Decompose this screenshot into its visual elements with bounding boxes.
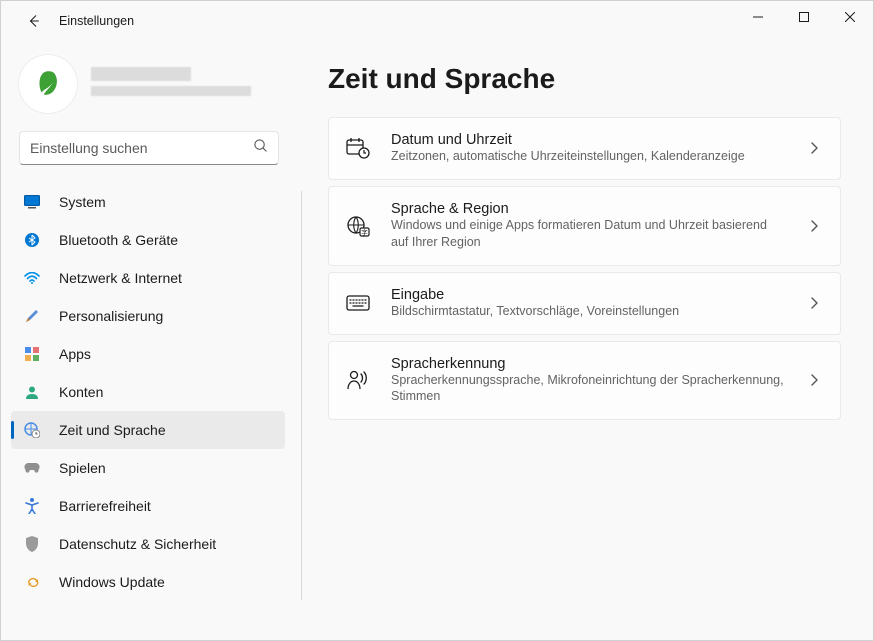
nav-label: Datenschutz & Sicherheit <box>59 536 216 552</box>
card-title: Spracherkennung <box>391 356 786 372</box>
nav-label: Personalisierung <box>59 308 163 324</box>
window-title: Einstellungen <box>59 14 134 28</box>
card-subtitle: Windows und einige Apps formatieren Datu… <box>391 217 786 251</box>
chevron-right-icon <box>806 140 822 156</box>
nav-label: Bluetooth & Geräte <box>59 232 178 248</box>
brush-icon <box>23 307 41 325</box>
card-title: Sprache & Region <box>391 201 786 217</box>
sidebar-item-time-language[interactable]: Zeit und Sprache <box>11 411 285 449</box>
keyboard-icon <box>345 290 371 316</box>
sidebar-item-network[interactable]: Netzwerk & Internet <box>11 259 285 297</box>
chevron-right-icon <box>806 218 822 234</box>
shield-icon <box>23 535 41 553</box>
globe-language-icon: 字 <box>345 213 371 239</box>
back-button[interactable] <box>23 10 45 32</box>
card-title: Datum und Uhrzeit <box>391 132 786 148</box>
person-icon <box>23 383 41 401</box>
card-subtitle: Bildschirmtastatur, Textvorschläge, Vore… <box>391 303 786 320</box>
card-title: Eingabe <box>391 287 786 303</box>
nav-label: Windows Update <box>59 574 165 590</box>
sidebar-item-system[interactable]: System <box>11 183 285 221</box>
card-date-time[interactable]: Datum und Uhrzeit Zeitzonen, automatisch… <box>328 117 841 180</box>
sidebar-item-accounts[interactable]: Konten <box>11 373 285 411</box>
bluetooth-icon <box>23 231 41 249</box>
close-button[interactable] <box>827 1 873 33</box>
calendar-clock-icon <box>345 135 371 161</box>
card-typing[interactable]: Eingabe Bildschirmtastatur, Textvorschlä… <box>328 272 841 335</box>
card-subtitle: Spracherkennungssprache, Mikrofoneinrich… <box>391 372 786 406</box>
search-box[interactable] <box>19 131 279 165</box>
search-icon <box>253 138 268 158</box>
avatar <box>19 55 77 113</box>
profile-section[interactable] <box>9 47 301 127</box>
nav-label: Konten <box>59 384 103 400</box>
chevron-right-icon <box>806 372 822 388</box>
speech-icon <box>345 367 371 393</box>
card-subtitle: Zeitzonen, automatische Uhrzeiteinstellu… <box>391 148 786 165</box>
chevron-right-icon <box>806 295 822 311</box>
nav-label: System <box>59 194 106 210</box>
sidebar-item-privacy[interactable]: Datenschutz & Sicherheit <box>11 525 285 563</box>
gamepad-icon <box>23 459 41 477</box>
maximize-button[interactable] <box>781 1 827 33</box>
nav-label: Barrierefreiheit <box>59 498 151 514</box>
accessibility-icon <box>23 497 41 515</box>
nav-label: Netzwerk & Internet <box>59 270 182 286</box>
nav-label: Zeit und Sprache <box>59 422 166 438</box>
sidebar-item-windows-update[interactable]: Windows Update <box>11 563 285 601</box>
nav-label: Apps <box>59 346 91 362</box>
sidebar-item-personalization[interactable]: Personalisierung <box>11 297 285 335</box>
page-title: Zeit und Sprache <box>328 63 841 95</box>
card-speech[interactable]: Spracherkennung Spracherkennungssprache,… <box>328 341 841 421</box>
sidebar-item-accessibility[interactable]: Barrierefreiheit <box>11 487 285 525</box>
wifi-icon <box>23 269 41 287</box>
update-icon <box>23 573 41 591</box>
svg-text:字: 字 <box>361 227 368 236</box>
search-input[interactable] <box>30 140 253 156</box>
sidebar-item-bluetooth[interactable]: Bluetooth & Geräte <box>11 221 285 259</box>
nav-label: Spielen <box>59 460 106 476</box>
sidebar-item-gaming[interactable]: Spielen <box>11 449 285 487</box>
globe-clock-icon <box>23 421 41 439</box>
profile-name-redacted <box>91 67 291 101</box>
apps-icon <box>23 345 41 363</box>
monitor-icon <box>23 193 41 211</box>
card-language-region[interactable]: 字 Sprache & Region Windows und einige Ap… <box>328 186 841 266</box>
minimize-button[interactable] <box>735 1 781 33</box>
sidebar-item-apps[interactable]: Apps <box>11 335 285 373</box>
